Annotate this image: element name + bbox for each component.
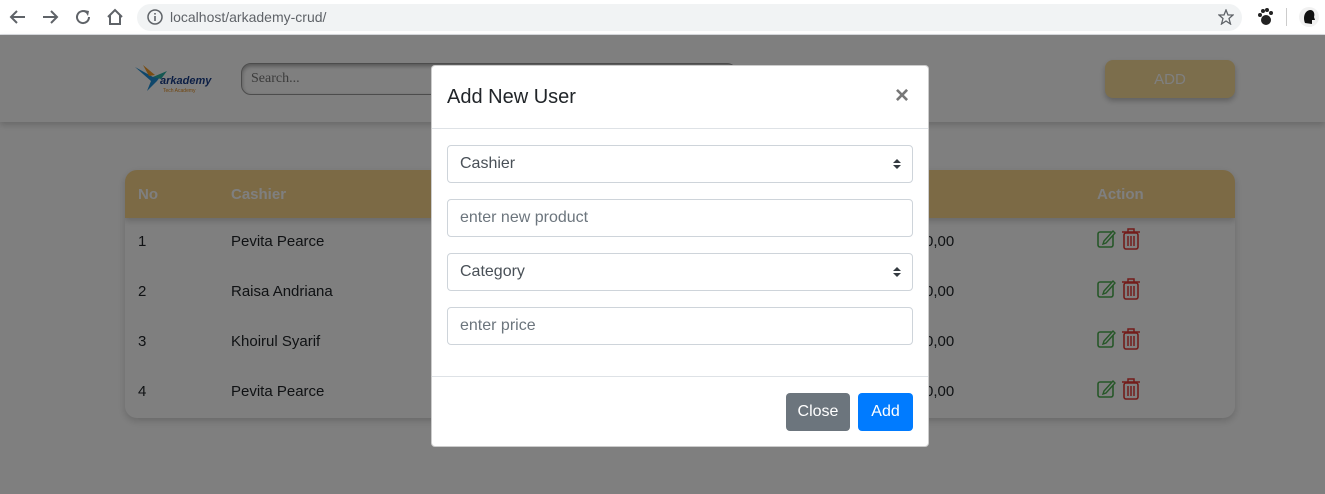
url-text: localhost/arkademy-crud/ <box>170 9 327 25</box>
modal-title: Add New User <box>447 86 576 108</box>
close-button[interactable]: Close <box>786 393 850 431</box>
product-input[interactable] <box>447 199 913 237</box>
forward-arrow-icon <box>43 10 59 24</box>
home-button[interactable] <box>104 6 126 28</box>
select-arrows-icon <box>893 159 901 169</box>
profile-avatar-icon[interactable] <box>1298 6 1320 28</box>
reload-button[interactable] <box>72 6 94 28</box>
info-icon[interactable] <box>147 9 163 25</box>
toolbar-separator <box>1286 8 1287 26</box>
modal-footer: Close Add <box>432 376 928 447</box>
reload-icon <box>76 10 91 25</box>
forward-button[interactable] <box>39 6 61 28</box>
extension-footprint-icon[interactable] <box>1255 7 1275 27</box>
add-submit-button[interactable]: Add <box>858 393 913 431</box>
cashier-select[interactable]: Cashier <box>447 145 913 183</box>
back-button[interactable] <box>7 6 29 28</box>
add-user-modal: Add New User × Cashier Category Close Ad… <box>431 65 929 447</box>
back-arrow-icon <box>9 10 25 24</box>
select-arrows-icon <box>893 267 901 277</box>
browser-toolbar: localhost/arkademy-crud/ <box>0 0 1325 35</box>
modal-header: Add New User × <box>432 66 928 129</box>
address-bar[interactable]: localhost/arkademy-crud/ <box>137 4 1242 31</box>
bookmark-star-icon[interactable] <box>1218 9 1234 25</box>
category-select-value: Category <box>460 263 525 280</box>
price-input[interactable] <box>447 307 913 345</box>
home-icon <box>107 8 123 25</box>
modal-close-x-button[interactable]: × <box>895 84 909 108</box>
category-select[interactable]: Category <box>447 253 913 291</box>
cashier-select-value: Cashier <box>460 155 516 172</box>
